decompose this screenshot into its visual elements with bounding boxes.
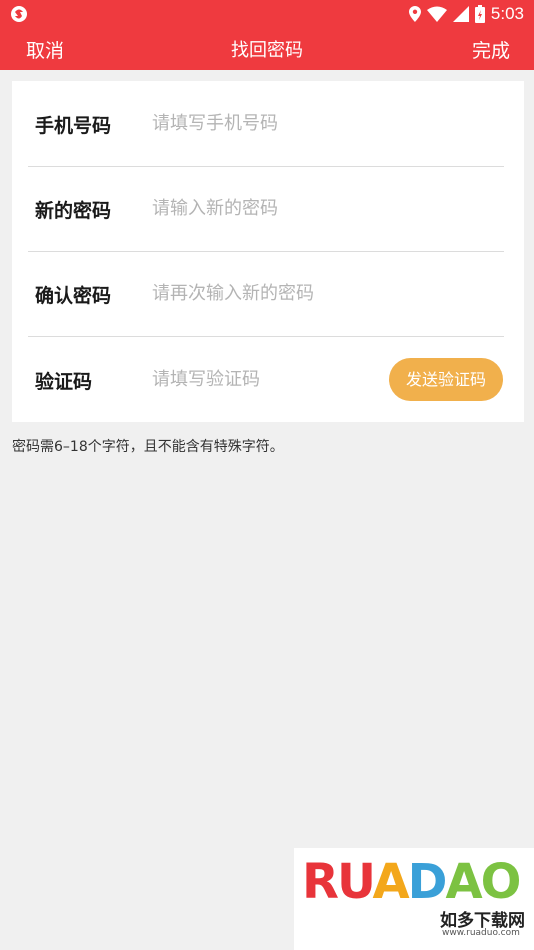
confirm-password-label: 确认密码 [35,285,112,307]
status-icons: 5:03 [408,3,524,25]
clock: 5:03 [490,4,524,23]
watermark-url: www.ruaduo.com [442,928,520,938]
wifi-icon [426,6,447,22]
battery-icon [474,5,485,23]
new-password-input[interactable] [152,192,382,224]
confirm-password-row: 确认密码 [12,251,524,336]
app-logo-icon [11,6,27,22]
status-bar: 5:03 [0,0,534,28]
confirm-password-input[interactable] [152,277,382,309]
phone-input[interactable] [152,107,382,139]
phone-label: 手机号码 [35,115,112,137]
verification-code-input[interactable] [152,363,352,395]
signal-icon [452,6,469,22]
page-title: 找回密码 [231,40,303,61]
nav-bar: 取消 找回密码 完成 [0,28,534,70]
reset-password-form: 手机号码 新的密码 确认密码 验证码 发送验证码 [12,81,524,422]
send-code-button[interactable]: 发送验证码 [389,358,503,401]
verification-code-label: 验证码 [35,371,93,393]
watermark-brand-logo: RUADAO [302,854,521,910]
password-rule-hint: 密码需6–18个字符，且不能含有特殊字符。 [12,439,284,455]
done-button[interactable]: 完成 [472,36,510,63]
new-password-row: 新的密码 [12,166,524,251]
new-password-label: 新的密码 [35,200,112,222]
phone-row: 手机号码 [12,81,524,166]
watermark-logo: RUADAO 如多下载网 www.ruaduo.com [294,848,534,950]
location-icon [408,6,421,22]
